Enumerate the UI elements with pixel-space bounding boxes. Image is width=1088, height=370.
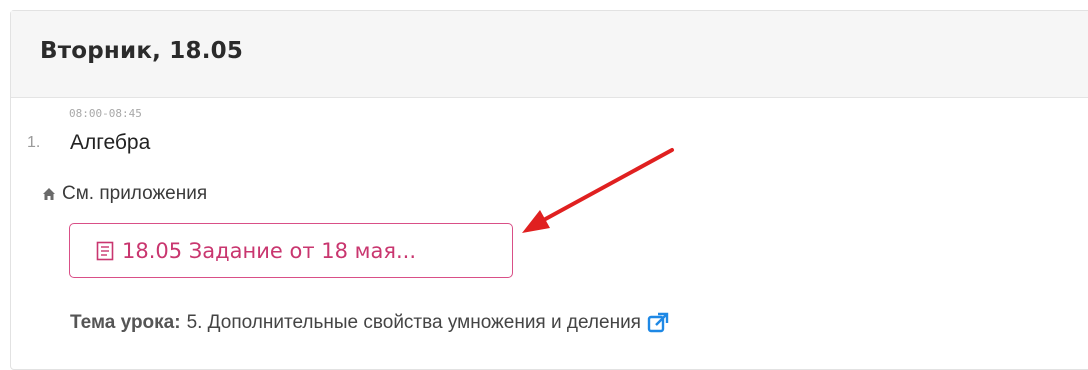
document-icon [96,241,114,260]
lesson-theme: Тема урока: 5. Дополнительные свойства у… [70,312,669,334]
day-title: Вторник, 18.05 [40,38,244,64]
lesson-number: 1. [27,134,41,151]
theme-label: Тема урока: [70,312,181,333]
day-card: Вторник, 18.05 08:00-08:45 1. Алгебра См… [10,10,1088,370]
lesson-subject: Алгебра [70,131,151,154]
homework-text: См. приложения [62,183,208,204]
home-icon [43,188,55,200]
attachment-label: 18.05 Задание от 18 мая... [122,238,417,263]
external-link-icon[interactable] [647,312,669,334]
day-header: Вторник, 18.05 [11,11,1088,98]
theme-value: 5. Дополнительные свойства умножения и д… [186,312,641,333]
lesson-time: 08:00-08:45 [69,107,142,120]
homework-row: См. приложения [42,183,207,205]
attachment-button[interactable]: 18.05 Задание от 18 мая... [69,223,513,278]
